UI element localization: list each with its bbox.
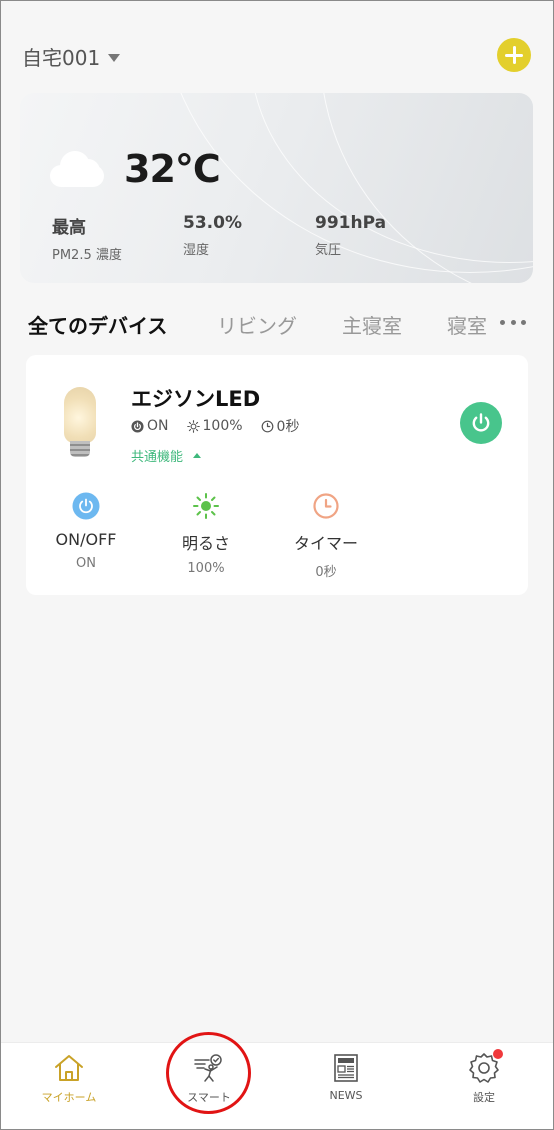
stat-pm25: 最高 PM2.5 濃度 [52, 213, 122, 263]
tab-bedroom[interactable]: 寝室 [447, 310, 487, 339]
device-name: エジソンLED [131, 387, 261, 411]
home-icon [55, 1055, 83, 1081]
notification-dot [493, 1049, 503, 1059]
function-value: 0秒 [315, 565, 337, 580]
nav-label: スマート [187, 1091, 231, 1104]
stat-value: 53.0% [183, 213, 242, 233]
function-label: 明るさ [181, 534, 230, 553]
function-value: ON [76, 556, 96, 571]
common-functions-label: 共通機能 [131, 450, 184, 465]
chevron-up-icon [193, 453, 202, 458]
header: 自宅001 [22, 38, 532, 72]
nav-label: NEWS [329, 1089, 363, 1102]
add-device-button[interactable] [497, 38, 531, 72]
timer-status-icon [261, 420, 273, 432]
function-label: ON/OFF [55, 530, 117, 549]
stat-label: 気圧 [315, 243, 342, 258]
stat-value: 最高 [52, 218, 86, 238]
status-power: ON [147, 418, 169, 434]
caret-down-icon [108, 53, 121, 62]
tab-living[interactable]: リビング [217, 310, 297, 339]
function-value: 100% [187, 561, 225, 576]
power-status-icon [131, 419, 144, 433]
nav-smart[interactable]: スマート [164, 1051, 254, 1105]
function-timer[interactable]: タイマー 0秒 [281, 492, 371, 580]
function-label: タイマー [293, 534, 358, 553]
status-brightness: 100% [202, 418, 243, 434]
nav-settings[interactable]: 設定 [439, 1049, 529, 1105]
nav-news[interactable]: NEWS [301, 1051, 391, 1102]
cloud-icon [50, 151, 104, 187]
sun-icon [193, 493, 219, 519]
power-icon [72, 492, 100, 520]
news-icon [334, 1054, 358, 1082]
smart-scene-icon [194, 1054, 222, 1082]
room-tabs: 全てのデバイス リビング 主寝室 寝室 [28, 310, 528, 340]
device-card[interactable]: エジソンLED ON 100% 0秒 共通機能 ON/OFF ON 明るさ 10… [26, 355, 528, 595]
home-name-label: 自宅001 [22, 46, 101, 70]
function-on-off[interactable]: ON/OFF ON [41, 492, 131, 571]
stat-humidity: 53.0% 湿度 [183, 213, 242, 258]
tab-master-bedroom[interactable]: 主寝室 [342, 310, 402, 339]
power-icon [472, 413, 490, 432]
temperature: 32°C [124, 147, 221, 191]
function-brightness[interactable]: 明るさ 100% [161, 492, 251, 576]
tab-all-devices[interactable]: 全てのデバイス [28, 310, 167, 339]
nav-label: マイホーム [41, 1091, 97, 1104]
device-status: ON 100% 0秒 [131, 416, 317, 436]
bulb-icon [62, 387, 98, 459]
device-power-button[interactable] [460, 402, 502, 444]
more-rooms-icon[interactable] [500, 312, 526, 332]
clock-icon [313, 493, 339, 519]
common-functions-toggle[interactable]: 共通機能 [131, 446, 202, 465]
stat-value: 991hPa [315, 213, 387, 233]
home-selector[interactable]: 自宅001 [22, 42, 121, 71]
weather-card: 32°C 最高 PM2.5 濃度 53.0% 湿度 991hPa 気圧 [20, 93, 533, 283]
stat-label: 湿度 [183, 243, 210, 258]
bottom-navigation: マイホーム スマート NEWS 設定 [1, 1042, 553, 1129]
brightness-status-icon [186, 419, 200, 433]
nav-label: 設定 [473, 1091, 495, 1104]
status-timer: 0秒 [276, 419, 300, 435]
nav-my-home[interactable]: マイホーム [24, 1051, 114, 1105]
stat-label: PM2.5 濃度 [52, 248, 122, 263]
stat-pressure: 991hPa 気圧 [315, 213, 386, 258]
